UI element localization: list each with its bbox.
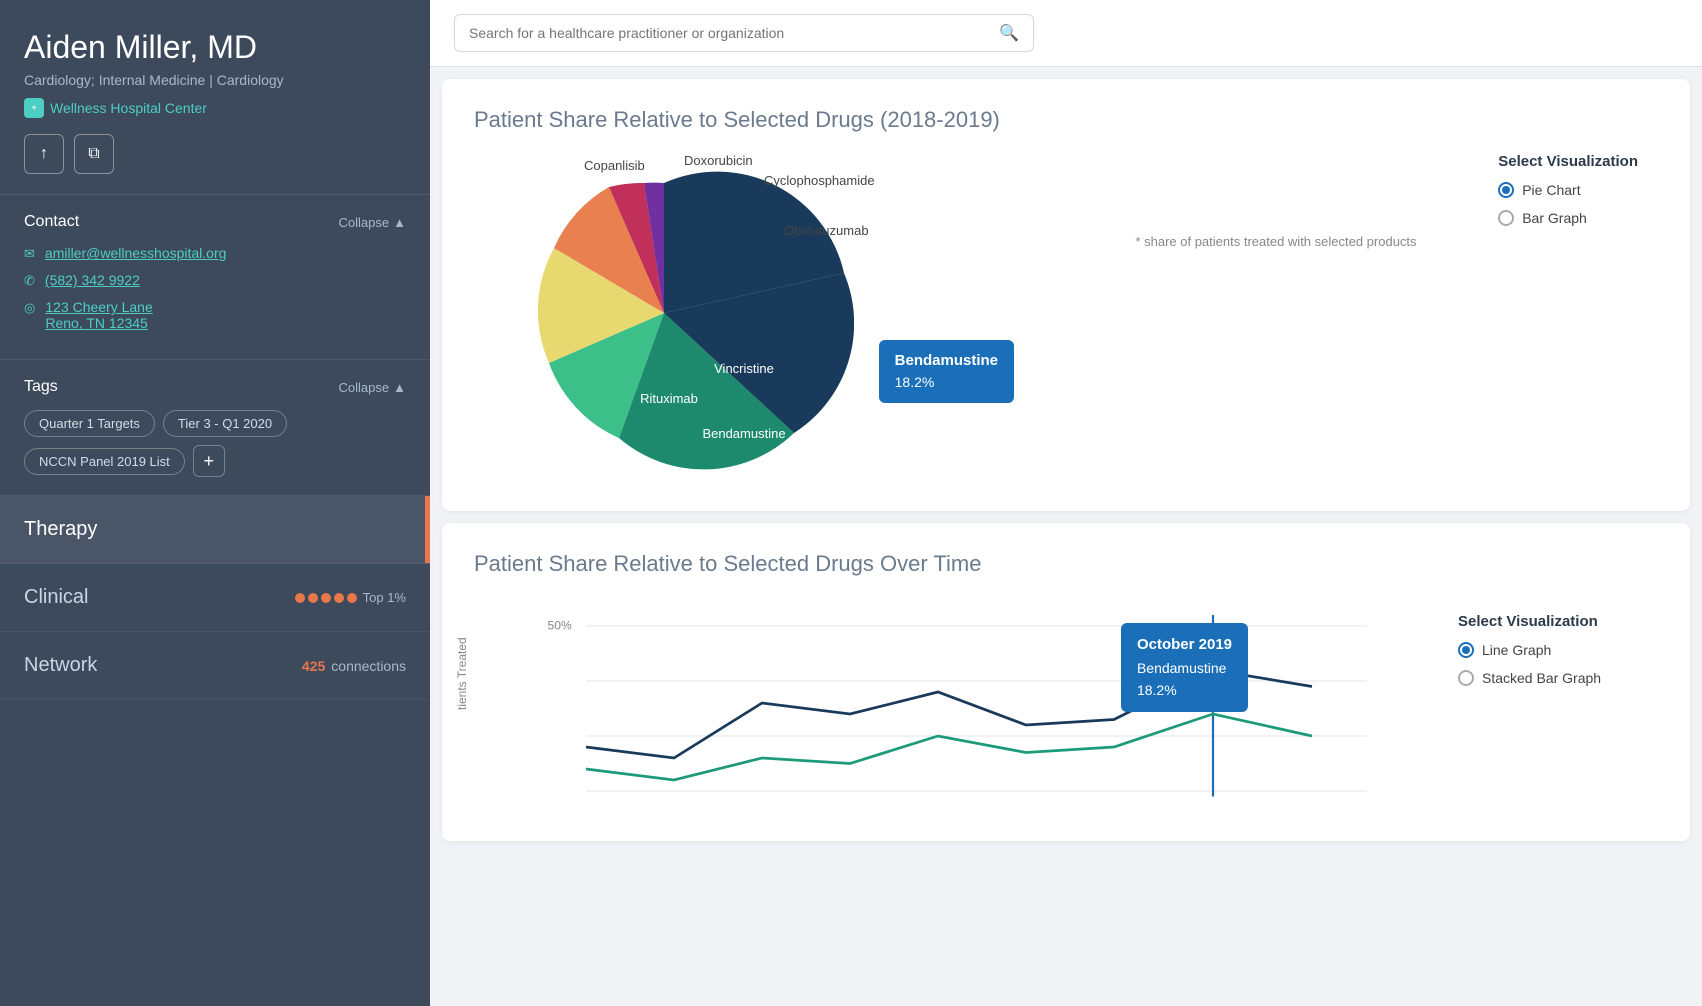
tag-q1-targets[interactable]: Quarter 1 Targets [24,410,155,437]
viz-option-pie[interactable]: Pie Chart [1498,182,1638,198]
search-icon: 🔍 [999,23,1019,43]
line-chart-area: tients Treated 50% [474,593,1658,813]
viz-options: Select Visualization Pie Chart Bar Graph [1498,143,1638,226]
dot-1 [295,593,305,603]
nav-clinical-label: Clinical [24,586,88,609]
pie-radio[interactable] [1498,182,1514,198]
clinical-meta: Top 1% [295,590,406,605]
contact-collapse[interactable]: Collapse ▲ [339,215,406,230]
bar-radio[interactable] [1498,210,1514,226]
tags-title: Tags [24,378,58,396]
search-input[interactable] [469,25,989,41]
email-icon: ✉ [24,246,35,262]
connections-count: 425 [302,658,325,674]
nav-therapy-label: Therapy [24,518,97,541]
nav-network-label: Network [24,654,97,677]
line-chart-section: Patient Share Relative to Selected Drugs… [442,523,1690,841]
search-bar-container: 🔍 [430,0,1702,67]
cyclophosphamide-label: Cyclophosphamide [764,173,875,188]
pie-footnote: * share of patients treated with selecte… [894,234,1658,249]
pie-chart-area: Rituximab Bendamustine Vincristine Copan… [474,143,1658,483]
contact-title: Contact [24,213,79,231]
pie-tooltip-label: Bendamustine [895,350,998,373]
tags-collapse[interactable]: Collapse ▲ [339,380,406,395]
copanlisib-label: Copanlisib [584,158,645,173]
bendamustine-label: Bendamustine [702,426,785,441]
line-radio[interactable] [1458,642,1474,658]
pie-chart-section: Patient Share Relative to Selected Drugs… [442,79,1690,511]
pie-chart-title: Patient Share Relative to Selected Drugs… [474,107,1658,133]
clinical-dots [295,593,357,603]
stacked-radio[interactable] [1458,670,1474,686]
sidebar-header: Aiden Miller, MD Cardiology; Internal Me… [0,0,430,195]
dot-5 [347,593,357,603]
line-teal [586,714,1312,780]
nav-item-therapy[interactable]: Therapy [0,496,430,564]
pie-viz-select: Select Visualization Pie Chart Bar Graph [1498,143,1658,226]
nav-item-network[interactable]: Network 425 connections [0,632,430,700]
phone-icon: ✆ [24,273,35,289]
line-viz-option-stacked[interactable]: Stacked Bar Graph [1458,670,1658,686]
line-chart-wrapper: tients Treated 50% [474,593,1428,813]
main-content: 🔍 Patient Share Relative to Selected Dru… [430,0,1702,1006]
oct-tooltip: October 2019 Bendamustine 18.2% [1121,623,1248,712]
network-meta: 425 connections [302,658,406,674]
contact-section: Contact Collapse ▲ ✉ amiller@wellnesshos… [0,195,430,360]
email-value[interactable]: amiller@wellnesshospital.org [45,245,227,261]
location-icon: ◎ [24,300,35,316]
line-viz-option-line[interactable]: Line Graph [1458,642,1658,658]
line-chart-title: Patient Share Relative to Selected Drugs… [474,551,1658,577]
line-viz-title: Select Visualization [1458,613,1658,630]
pie-wrapper: Rituximab Bendamustine Vincristine Copan… [474,143,854,483]
viz-option-bar[interactable]: Bar Graph [1498,210,1638,226]
pie-svg: Rituximab Bendamustine Vincristine [474,143,854,483]
oct-tooltip-month: October 2019 [1137,633,1232,657]
hospital-name: Wellness Hospital Center [50,100,207,116]
add-tag-button[interactable]: + [193,445,225,477]
sidebar: Aiden Miller, MD Cardiology; Internal Me… [0,0,430,1006]
tag-tier3[interactable]: Tier 3 - Q1 2020 [163,410,287,437]
line-chart-svg: 50% [494,593,1448,813]
phone-value[interactable]: (582) 342 9922 [45,272,140,288]
y-axis-label: tients Treated [455,637,469,710]
oct-tooltip-value: 18.2% [1137,679,1232,701]
tags-container: Quarter 1 Targets Tier 3 - Q1 2020 NCCN … [24,410,406,477]
dot-3 [321,593,331,603]
contact-email[interactable]: ✉ amiller@wellnesshospital.org [24,245,406,262]
tag-nccn[interactable]: NCCN Panel 2019 List [24,448,185,475]
contact-phone[interactable]: ✆ (582) 342 9922 [24,272,406,289]
tags-header: Tags Collapse ▲ [24,378,406,396]
rituximab-label: Rituximab [640,391,698,406]
connections-label: connections [331,658,406,674]
dot-2 [308,593,318,603]
hospital-link[interactable]: + Wellness Hospital Center [24,98,406,118]
search-input-wrapper: 🔍 [454,14,1034,52]
dot-4 [334,593,344,603]
pie-tooltip-value: 18.2% [895,372,998,393]
doxorubicin-label: Doxorubicin [684,153,753,168]
hospital-icon: + [24,98,44,118]
viz-select-title: Select Visualization [1498,153,1638,170]
copy-button[interactable]: ⧉ [74,134,114,174]
top-badge: Top 1% [363,590,406,605]
obinutuzumab-label: Obinutuzumab [784,223,869,238]
doctor-specialty: Cardiology; Internal Medicine | Cardiolo… [24,72,406,88]
contact-address[interactable]: ◎ 123 Cheery Lane Reno, TN 12345 [24,299,406,331]
line-viz-options: Select Visualization Line Graph Stacked … [1458,603,1658,686]
line-viz-select: Select Visualization Line Graph Stacked … [1458,593,1658,813]
contact-header: Contact Collapse ▲ [24,213,406,231]
pie-tooltip: Bendamustine 18.2% [879,340,1014,404]
nav-item-clinical[interactable]: Clinical Top 1% [0,564,430,632]
upload-button[interactable]: ↑ [24,134,64,174]
vincristine-label: Vincristine [714,361,774,376]
sidebar-actions: ↑ ⧉ [24,134,406,174]
address-value[interactable]: 123 Cheery Lane Reno, TN 12345 [45,299,152,331]
oct-tooltip-drug: Bendamustine [1137,657,1232,679]
y-50-label: 50% [548,618,572,632]
doctor-name: Aiden Miller, MD [24,28,406,66]
tags-section: Tags Collapse ▲ Quarter 1 Targets Tier 3… [0,360,430,496]
pie-right-panel: Select Visualization Pie Chart Bar Graph… [894,143,1658,249]
